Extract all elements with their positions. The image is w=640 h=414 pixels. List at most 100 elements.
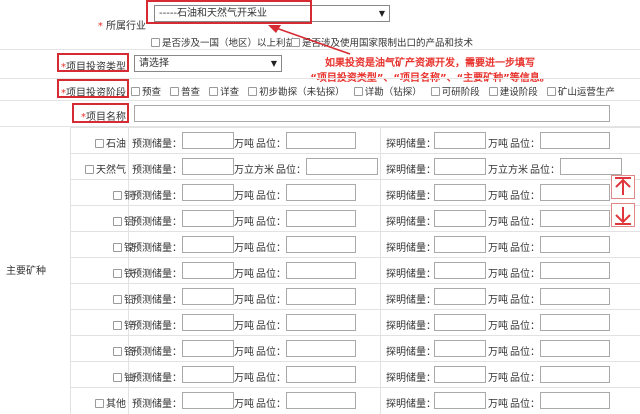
checkbox-icon[interactable] xyxy=(113,295,122,304)
proven-grade-input[interactable] xyxy=(540,366,610,383)
proven-grade-input[interactable] xyxy=(540,288,610,305)
proven-label: 探明储量： xyxy=(386,243,436,254)
invest-stage-highlight-box xyxy=(57,79,129,98)
checkbox-icon[interactable] xyxy=(353,87,363,96)
predict-grade-input[interactable] xyxy=(286,392,356,409)
proven-grade-input[interactable] xyxy=(540,236,610,253)
predict-grade-input[interactable] xyxy=(286,236,356,253)
checkbox-icon[interactable] xyxy=(85,165,94,174)
proven-input[interactable] xyxy=(434,184,486,201)
arrow-down-icon xyxy=(615,207,631,225)
stage-option[interactable]: 可研阶段 xyxy=(430,87,480,98)
stage-option[interactable]: 普查 xyxy=(170,87,200,98)
proven-input[interactable] xyxy=(434,366,486,383)
scroll-up-button[interactable] xyxy=(611,175,635,199)
proven-grade-input[interactable] xyxy=(560,158,622,175)
mineral-name[interactable]: 镍 xyxy=(78,239,134,254)
checkbox-icon[interactable] xyxy=(131,87,140,96)
predict-unit: 万立方米 xyxy=(234,165,274,176)
mineral-name[interactable]: 铁 xyxy=(78,265,134,280)
proven-grade-input[interactable] xyxy=(540,210,610,227)
invest-type-select[interactable]: 请选择 ▼ xyxy=(134,55,282,72)
predict-input[interactable] xyxy=(182,184,234,201)
checkbox-icon[interactable] xyxy=(113,321,122,330)
proven-input[interactable] xyxy=(434,288,486,305)
predict-input[interactable] xyxy=(182,366,234,383)
project-name-highlight-box xyxy=(72,103,129,123)
proven-grade-label: 品位： xyxy=(510,373,540,384)
checkbox-icon[interactable] xyxy=(170,87,180,96)
checkbox-icon[interactable] xyxy=(248,87,258,96)
predict-grade-input[interactable] xyxy=(286,340,356,357)
predict-grade-label: 品位： xyxy=(256,321,286,332)
checkbox-icon[interactable] xyxy=(113,191,122,200)
proven-grade-input[interactable] xyxy=(540,340,610,357)
checkbox-icon[interactable] xyxy=(209,87,219,96)
mineral-name[interactable]: 铜 xyxy=(78,187,134,202)
mineral-name[interactable]: 铝 xyxy=(78,213,134,228)
checkbox-icon[interactable] xyxy=(95,139,104,148)
mineral-name[interactable]: 铀 xyxy=(78,369,134,384)
proven-input[interactable] xyxy=(434,314,486,331)
proven-input[interactable] xyxy=(434,262,486,279)
scroll-down-button[interactable] xyxy=(611,203,635,227)
checkbox-icon[interactable] xyxy=(113,243,122,252)
annotation-text: 如果投资是油气矿产资源开发，需要进一步填写 “项目投资类型”、“项目名称”、“主… xyxy=(310,58,549,84)
checkbox-icon[interactable] xyxy=(430,87,440,96)
predict-grade-input[interactable] xyxy=(286,262,356,279)
checkbox-icon[interactable] xyxy=(95,399,104,408)
stage-option[interactable]: 矿山运营生产 xyxy=(546,87,615,98)
predict-input[interactable] xyxy=(182,132,234,149)
mineral-row: 铁预测储量： 万吨 品位： 探明储量： 万吨 品位： xyxy=(70,257,640,283)
proven-grade-input[interactable] xyxy=(540,262,610,279)
checkbox-icon[interactable] xyxy=(113,373,122,382)
proven-input[interactable] xyxy=(434,210,486,227)
proven-grade-label: 品位： xyxy=(510,191,540,202)
predict-grade-input[interactable] xyxy=(286,210,356,227)
stage-option[interactable]: 建设阶段 xyxy=(488,87,538,98)
proven-grade-input[interactable] xyxy=(540,132,610,149)
predict-input[interactable] xyxy=(182,392,234,409)
mineral-name[interactable]: 锌 xyxy=(78,317,134,332)
checkbox-icon[interactable] xyxy=(113,217,122,226)
predict-input[interactable] xyxy=(182,340,234,357)
mineral-row: 铜预测储量： 万吨 品位： 探明储量： 万吨 品位： xyxy=(70,179,640,205)
mineral-name[interactable]: 天然气 xyxy=(70,161,126,176)
predict-input[interactable] xyxy=(182,314,234,331)
predict-grade-input[interactable] xyxy=(286,366,356,383)
checkbox-icon[interactable] xyxy=(488,87,498,96)
proven-input[interactable] xyxy=(434,158,486,175)
proven-grade-input[interactable] xyxy=(540,184,610,201)
checkbox-icon[interactable] xyxy=(546,87,556,96)
checkbox-icon[interactable] xyxy=(113,269,122,278)
stage-option[interactable]: 初步勘探（未钻探） xyxy=(248,87,345,98)
predict-grade-input[interactable] xyxy=(286,132,356,149)
mineral-name[interactable]: 铅 xyxy=(78,291,134,306)
predict-input[interactable] xyxy=(182,262,234,279)
predict-grade-input[interactable] xyxy=(286,314,356,331)
proven-input[interactable] xyxy=(434,236,486,253)
predict-input[interactable] xyxy=(182,288,234,305)
predict-input[interactable] xyxy=(182,236,234,253)
proven-label: 探明储量： xyxy=(386,373,436,384)
stage-option[interactable]: 详勘（钻探） xyxy=(353,87,422,98)
checkbox-icon[interactable] xyxy=(113,347,122,356)
predict-input[interactable] xyxy=(182,210,234,227)
proven-grade-input[interactable] xyxy=(540,392,610,409)
predict-input[interactable] xyxy=(182,158,234,175)
mineral-name[interactable]: 其他 xyxy=(70,395,126,410)
proven-grade-input[interactable] xyxy=(540,314,610,331)
proven-input[interactable] xyxy=(434,340,486,357)
proven-label: 探明储量： xyxy=(386,321,436,332)
project-name-input[interactable] xyxy=(134,105,610,122)
predict-grade-input[interactable] xyxy=(306,158,378,175)
proven-grade-label: 品位： xyxy=(510,295,540,306)
proven-input[interactable] xyxy=(434,392,486,409)
stage-option[interactable]: 预查 xyxy=(131,87,161,98)
mineral-name[interactable]: 石油 xyxy=(70,135,126,150)
predict-grade-input[interactable] xyxy=(286,288,356,305)
proven-input[interactable] xyxy=(434,132,486,149)
predict-grade-input[interactable] xyxy=(286,184,356,201)
stage-option[interactable]: 详查 xyxy=(209,87,239,98)
mineral-name[interactable]: 铬 xyxy=(78,343,134,358)
